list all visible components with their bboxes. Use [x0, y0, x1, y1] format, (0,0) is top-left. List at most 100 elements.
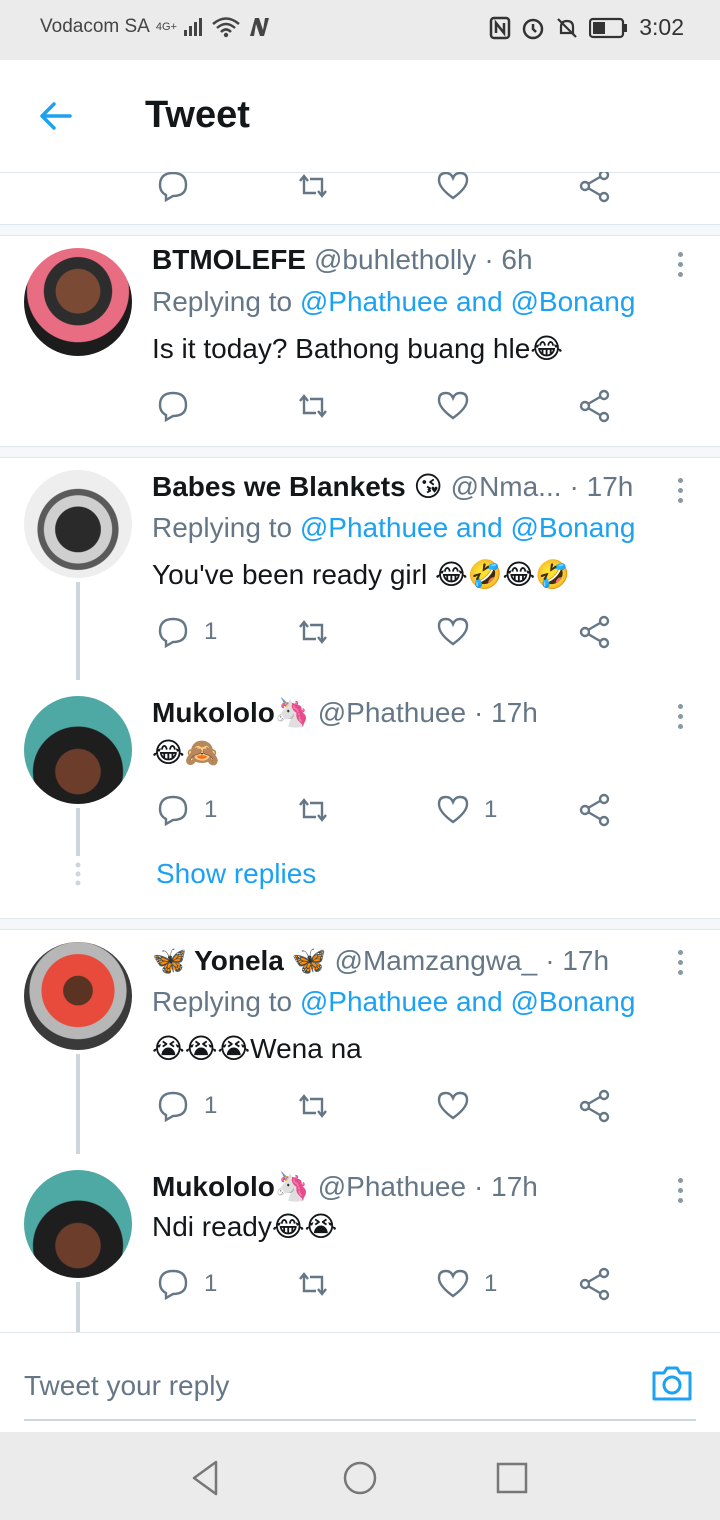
reply-input[interactable]: Tweet your reply — [24, 1353, 696, 1421]
retweet-icon — [299, 174, 327, 198]
wifi-icon — [212, 17, 240, 38]
avatar[interactable] — [24, 470, 132, 578]
alarm-icon — [522, 18, 544, 39]
reply-icon — [158, 1091, 188, 1123]
retweet-button[interactable] — [296, 788, 330, 832]
more-options-button[interactable] — [670, 942, 690, 982]
replying-to: Replying to @Phathuee and @Bonang — [152, 512, 635, 544]
show-replies-link[interactable]: Show replies — [156, 858, 316, 890]
display-name[interactable]: Mukololo🦄 — [152, 696, 310, 729]
camera-icon[interactable] — [650, 1361, 694, 1405]
tweet-text: Is it today? Bathong buang hle😂 — [152, 333, 564, 364]
heart-icon — [437, 1091, 469, 1120]
display-name[interactable]: Babes we Blankets 😘 — [152, 470, 443, 503]
tweet-text: 😂🙈 — [152, 737, 220, 768]
tweet-actions: 1 — [0, 610, 720, 654]
reply-button[interactable] — [156, 172, 190, 208]
mute-icon — [557, 17, 578, 38]
status-bar: Vodacom SA 4G+ 3:02 — [0, 0, 720, 60]
reply-icon — [158, 1269, 188, 1301]
app-bar: Tweet — [0, 60, 720, 173]
share-button[interactable] — [578, 788, 612, 832]
share-icon — [579, 389, 610, 423]
reply-button[interactable]: 1 — [156, 610, 217, 654]
retweet-icon — [299, 1272, 327, 1296]
like-button[interactable] — [436, 610, 484, 654]
tweet-feed[interactable]: BTMOLEFE @buhletholly · 6h Replying to @… — [0, 172, 720, 1332]
tweet-text: Ndi ready😂😭 — [152, 1211, 338, 1242]
retweet-icon — [299, 394, 327, 418]
share-button[interactable] — [578, 172, 612, 208]
user-handle[interactable]: @buhletholly — [314, 244, 476, 276]
display-name[interactable]: Mukololo🦄 — [152, 1170, 310, 1203]
more-options-button[interactable] — [670, 244, 690, 284]
heart-icon — [437, 172, 469, 200]
section-divider — [0, 446, 720, 458]
share-button[interactable] — [578, 610, 612, 654]
retweet-button[interactable] — [296, 384, 330, 428]
reply-button[interactable]: 1 — [156, 1084, 217, 1128]
retweet-button[interactable] — [296, 1262, 330, 1306]
reply-count: 1 — [204, 1092, 218, 1119]
tweet-time: · 6h — [484, 244, 533, 275]
reply-button[interactable]: 1 — [156, 788, 217, 832]
more-options-button[interactable] — [670, 470, 690, 510]
user-handle[interactable]: @Nma... — [451, 471, 562, 503]
share-button[interactable] — [578, 1262, 612, 1306]
share-button[interactable] — [578, 384, 612, 428]
replying-users-link[interactable]: @Phathuee and @Bonang — [300, 286, 636, 317]
share-icon — [579, 1267, 610, 1301]
share-button[interactable] — [578, 1084, 612, 1128]
user-handle[interactable]: @Phathuee — [318, 1171, 466, 1203]
thread-more-dots — [75, 862, 81, 886]
replying-label: Replying to — [152, 286, 293, 317]
more-options-button[interactable] — [670, 696, 690, 736]
heart-icon — [437, 391, 469, 420]
nav-home-icon[interactable] — [340, 1458, 380, 1498]
nav-recents-icon[interactable] — [492, 1458, 532, 1498]
more-options-button[interactable] — [670, 1170, 690, 1210]
like-button[interactable] — [436, 1084, 484, 1128]
heart-icon — [437, 1269, 469, 1298]
like-button[interactable] — [436, 172, 470, 208]
n-app-icon — [249, 18, 269, 36]
reply-button[interactable]: 1 — [156, 1262, 217, 1306]
like-button[interactable] — [436, 384, 484, 428]
signal-icon — [183, 18, 202, 36]
system-nav-bar — [0, 1432, 720, 1520]
replying-users-link[interactable]: @Phathuee and @Bonang — [300, 986, 636, 1017]
status-bar-right: 3:02 — [489, 14, 684, 41]
tweet-time: · 17h — [545, 944, 610, 976]
heart-icon — [437, 795, 469, 824]
user-handle[interactable]: @Phathuee — [318, 697, 466, 729]
nfc-icon — [489, 16, 511, 39]
section-divider — [0, 224, 720, 236]
retweet-icon — [299, 798, 327, 822]
retweet-button[interactable] — [296, 172, 330, 208]
tweet-time: · 17h — [474, 696, 538, 728]
user-handle[interactable]: @Mamzangwa_ — [335, 945, 538, 977]
reply-icon — [158, 172, 188, 203]
back-arrow-icon[interactable] — [36, 96, 76, 136]
nav-back-icon[interactable] — [186, 1458, 226, 1498]
carrier-name: Vodacom SA — [40, 16, 150, 37]
retweet-button[interactable] — [296, 610, 330, 654]
tweet-time: · 17h — [569, 470, 634, 502]
replying-users-link[interactable]: @Phathuee and @Bonang — [300, 512, 636, 543]
share-icon — [579, 793, 610, 827]
reply-composer: Tweet your reply — [0, 1332, 720, 1433]
page-title: Tweet — [145, 94, 250, 136]
reply-button[interactable] — [156, 384, 204, 428]
display-name[interactable]: 🦋 Yonela 🦋 — [152, 944, 327, 977]
battery-icon — [589, 17, 628, 38]
status-bar-left: Vodacom SA 4G+ — [40, 16, 271, 38]
retweet-button[interactable] — [296, 1084, 330, 1128]
share-icon — [579, 1089, 610, 1123]
like-button[interactable]: 1 — [436, 788, 497, 832]
network-type: 4G+ — [155, 21, 177, 33]
display-name[interactable]: BTMOLEFE — [152, 244, 306, 276]
tweet-text: 😭😭😭Wena na — [152, 1033, 362, 1064]
avatar[interactable] — [24, 942, 132, 1050]
avatar[interactable] — [24, 248, 132, 356]
like-button[interactable]: 1 — [436, 1262, 497, 1306]
